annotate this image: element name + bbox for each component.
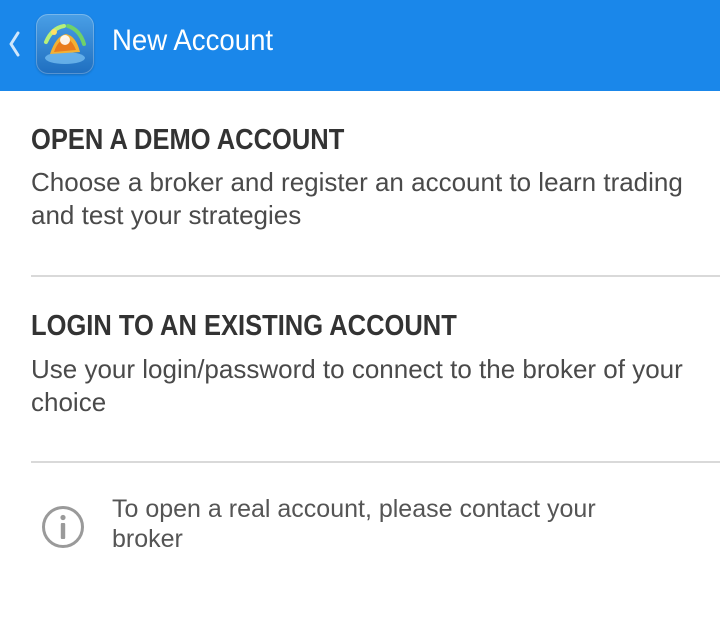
chevron-left-icon (9, 31, 20, 57)
metatrader-logo-icon (36, 14, 94, 74)
login-existing-account-option[interactable]: LOGIN TO AN EXISTING ACCOUNT Use your lo… (0, 277, 720, 462)
info-icon (42, 506, 84, 548)
option-title: OPEN A DEMO ACCOUNT (31, 124, 345, 156)
page-title: New Account (112, 24, 274, 57)
option-title: LOGIN TO AN EXISTING ACCOUNT (31, 310, 457, 342)
real-account-info: To open a real account, please contact y… (0, 463, 720, 617)
open-demo-account-option[interactable]: OPEN A DEMO ACCOUNT Choose a broker and … (0, 91, 720, 276)
option-description: Use your login/password to connect to th… (31, 354, 683, 417)
app-bar: New Account (0, 0, 720, 91)
back-button[interactable] (0, 0, 100, 91)
option-description: Choose a broker and register an account … (31, 167, 683, 230)
info-text: To open a real account, please contact y… (112, 495, 596, 553)
